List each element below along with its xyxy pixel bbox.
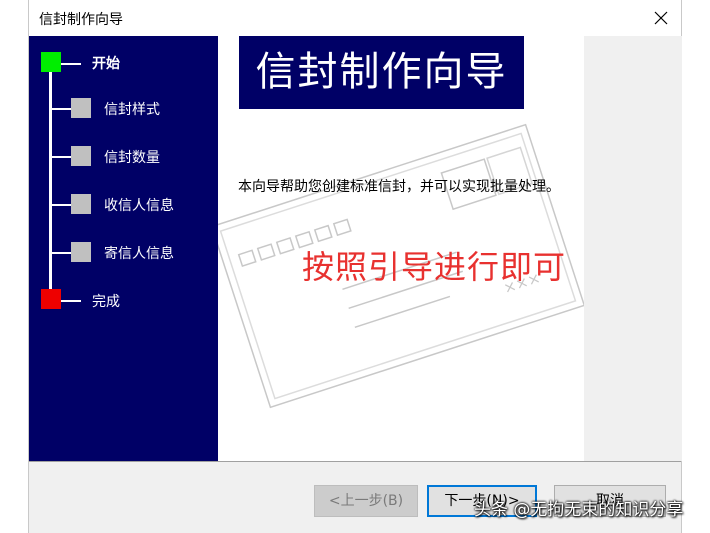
banner: 信封制作向导 <box>239 36 524 109</box>
step-indicator-final <box>41 289 61 309</box>
step-indicator <box>71 98 91 118</box>
step-item-envelope-count: 信封数量 <box>29 142 218 172</box>
step-label: 开始 <box>92 56 120 72</box>
wizard-window: 信封制作向导 开始 信封样式 信封数量 收信人信息 寄信人信息 完成 信封制作向… <box>28 0 682 533</box>
step-item-envelope-style: 信封样式 <box>29 94 218 124</box>
window-title: 信封制作向导 <box>39 12 123 28</box>
step-item-start: 开始 <box>29 49 218 79</box>
previous-button[interactable]: <上一步(B) <box>314 485 418 517</box>
step-navigation: 开始 信封样式 信封数量 收信人信息 寄信人信息 完成 <box>29 36 218 461</box>
step-item-recipient-info: 收信人信息 <box>29 190 218 220</box>
step-label: 寄信人信息 <box>104 246 174 262</box>
intro-text: 本向导帮助您创建标准信封，并可以实现批量处理。 <box>238 179 560 195</box>
right-pane <box>584 36 682 461</box>
step-indicator <box>71 194 91 214</box>
step-indicator <box>71 242 91 262</box>
step-indicator-current <box>41 52 61 72</box>
divider <box>29 461 681 462</box>
step-label: 收信人信息 <box>104 198 174 214</box>
step-label: 信封数量 <box>104 150 160 166</box>
banner-title: 信封制作向导 <box>255 49 508 95</box>
step-item-sender-info: 寄信人信息 <box>29 238 218 268</box>
content-panel: 信封制作向导 本向导帮助您创建标准信封，并可以实现批量处理。 按照引导进行即可 … <box>218 36 584 461</box>
watermark: 头条 @无拘无束的知识分享 <box>474 500 684 520</box>
close-button[interactable] <box>647 4 675 32</box>
close-icon <box>654 11 668 25</box>
title-bar: 信封制作向导 <box>29 0 681 36</box>
step-item-finish: 完成 <box>29 286 218 316</box>
step-indicator <box>71 146 91 166</box>
step-label: 信封样式 <box>104 102 160 118</box>
step-label: 完成 <box>92 294 120 310</box>
